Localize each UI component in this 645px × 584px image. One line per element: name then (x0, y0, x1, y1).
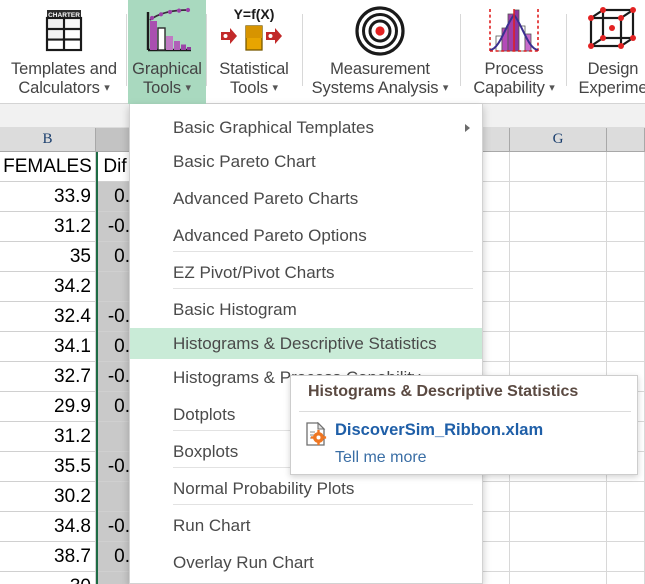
menu-separator (173, 288, 473, 289)
ribbon-separator (460, 14, 461, 86)
submenu-arrow-icon[interactable] (465, 123, 470, 132)
menu-item-run-chart[interactable]: Run Chart (130, 510, 482, 541)
ribbon-separator (126, 14, 127, 86)
tooltip-title: Histograms & Descriptive Statistics (308, 383, 579, 400)
column-header-b[interactable]: B (0, 128, 96, 152)
tooltip-file-name: DiscoverSim_Ribbon.xlam (335, 421, 544, 439)
menu-item-label: Dotplots (173, 404, 236, 424)
menu-item-label: Normal Probability Plots (173, 478, 355, 498)
target-bullseye-icon (353, 4, 407, 60)
table-row[interactable]: 34.2 (0, 272, 96, 302)
ribbon-label-process-capability: Process Capability ▾ (473, 60, 554, 100)
chevron-down-icon[interactable]: ▾ (549, 82, 555, 94)
ribbon-label-line1: Process (484, 60, 544, 78)
chevron-down-icon[interactable]: ▾ (443, 82, 449, 94)
menu-item-label: EZ Pivot/Pivot Charts (173, 262, 335, 282)
menu-item-label: Advanced Pareto Options (173, 225, 367, 245)
column-header-g[interactable]: G (510, 128, 607, 152)
cell-b-header[interactable]: FEMALES (0, 152, 96, 182)
ribbon-button-process-capability[interactable]: Process Capability ▾ (462, 0, 566, 104)
menu-item-label: Boxplots (173, 441, 239, 461)
capability-distribution-icon (484, 4, 544, 60)
table-row[interactable]: 33.9 (0, 182, 96, 212)
table-row[interactable]: 32.7 (0, 362, 96, 392)
menu-item-ez-pivot-pivot-charts[interactable]: EZ Pivot/Pivot Charts (130, 257, 482, 288)
ribbon-button-statistical-tools[interactable]: Y=f(X) Statistical Tools ▾ (208, 0, 300, 104)
menu-item-normal-probability-plots[interactable]: Normal Probability Plots (130, 473, 482, 504)
ribbon-label-templates-and-calculators: Templates and Calculators ▾ (11, 60, 117, 100)
menu-item-tooltip: Histograms & Descriptive Statistics Disc… (290, 375, 638, 475)
y-equals-fx-icon: Y=f(X) (216, 4, 292, 60)
chevron-down-icon[interactable]: ▾ (186, 82, 192, 94)
table-row[interactable]: 34.8 (0, 512, 96, 542)
menu-item-overlay-run-chart[interactable]: Overlay Run Chart (130, 547, 482, 578)
menu-separator (173, 504, 473, 505)
ribbon-separator (206, 14, 207, 86)
table-row[interactable]: 34.1 (0, 332, 96, 362)
ribbon-button-graphical-tools[interactable]: Graphical Tools ▾ (128, 0, 206, 104)
table-row[interactable]: 35 (0, 242, 96, 272)
menu-item-label: Basic Histogram (173, 299, 297, 319)
ribbon-separator (302, 14, 303, 86)
ribbon-label-line1: Statistical (219, 60, 289, 78)
table-row[interactable]: 30.2 (0, 482, 96, 512)
ribbon-separator (566, 14, 567, 86)
ribbon-label-design-of-experiments: Design Experime (579, 60, 645, 98)
chevron-down-icon[interactable]: ▾ (273, 82, 279, 94)
ribbon-label-graphical-tools: Graphical Tools ▾ (132, 60, 202, 100)
ribbon-label-line1: Templates and (10, 60, 117, 78)
ribbon-label-statistical-tools: Statistical Tools ▾ (219, 60, 289, 100)
menu-item-label: Basic Graphical Templates (173, 117, 374, 137)
ribbon-label-line2: Tools (230, 79, 269, 97)
selection-border (96, 152, 98, 584)
ribbon-label-line2: Systems Analysis (311, 79, 439, 97)
table-row[interactable]: 31.2 (0, 212, 96, 242)
graphical-tools-dropdown-menu[interactable]: Basic Graphical Templates Basic Pareto C… (129, 104, 483, 584)
tooltip-divider (299, 411, 631, 412)
ribbon-label-line2: Tools (143, 79, 182, 97)
excel-addin-screen: CHARTER Templates and Calculators ▾ Grap… (0, 0, 645, 584)
table-row[interactable]: 32.4 (0, 302, 96, 332)
menu-item-label: Overlay Run Chart (173, 552, 314, 572)
ribbon-label-line1: Design (587, 60, 639, 78)
menu-item-label: Advanced Pareto Charts (173, 188, 359, 208)
menu-item-basic-graphical-templates[interactable]: Basic Graphical Templates (130, 112, 482, 143)
table-row[interactable]: 35.5 (0, 452, 96, 482)
table-row[interactable]: 29.9 (0, 392, 96, 422)
menu-item-basic-pareto-chart[interactable]: Basic Pareto Chart (130, 146, 482, 177)
menu-item-label: Histograms & Descriptive Statistics (173, 333, 437, 353)
menu-separator (173, 251, 473, 252)
document-gear-icon (305, 421, 327, 446)
table-row[interactable]: 31.2 (0, 422, 96, 452)
charter-table-icon: CHARTER (38, 4, 90, 60)
ribbon-label-line2: Capability (473, 79, 545, 97)
ribbon-label-line2: Calculators (18, 79, 100, 97)
ribbon-label-line1: Measurement (330, 60, 430, 78)
menu-item-basic-histogram[interactable]: Basic Histogram (130, 294, 482, 325)
tooltip-tell-me-more-link[interactable]: Tell me more (335, 449, 427, 467)
pareto-chart-icon (139, 4, 195, 60)
ribbon-label-measurement-systems-analysis: Measurement Systems Analysis ▾ (312, 60, 449, 100)
column-header-h[interactable] (607, 128, 645, 152)
table-row[interactable]: 38.7 (0, 542, 96, 572)
chevron-down-icon[interactable]: ▾ (104, 82, 110, 94)
column-header-f[interactable] (483, 128, 510, 152)
ribbon-button-templates-and-calculators[interactable]: CHARTER Templates and Calculators ▾ (0, 0, 128, 104)
svg-text:Y=f(X): Y=f(X) (234, 6, 275, 22)
menu-item-advanced-pareto-charts[interactable]: Advanced Pareto Charts (130, 183, 482, 214)
menu-item-label: Run Chart (173, 515, 251, 535)
menu-item-advanced-pareto-options[interactable]: Advanced Pareto Options (130, 220, 482, 251)
ribbon-label-line2: Experime (578, 79, 645, 97)
ribbon: CHARTER Templates and Calculators ▾ Grap… (0, 0, 645, 104)
table-row[interactable]: 30 (0, 572, 96, 584)
ribbon-button-measurement-systems-analysis[interactable]: Measurement Systems Analysis ▾ (300, 0, 460, 104)
menu-item-label: Basic Pareto Chart (173, 151, 316, 171)
ribbon-button-design-of-experiments[interactable]: Design Experime (568, 0, 645, 104)
ribbon-label-line1: Graphical (132, 60, 202, 78)
menu-item-histograms-and-descriptive-statistics[interactable]: Histograms & Descriptive Statistics (130, 328, 482, 359)
doe-cube-icon (583, 4, 643, 60)
